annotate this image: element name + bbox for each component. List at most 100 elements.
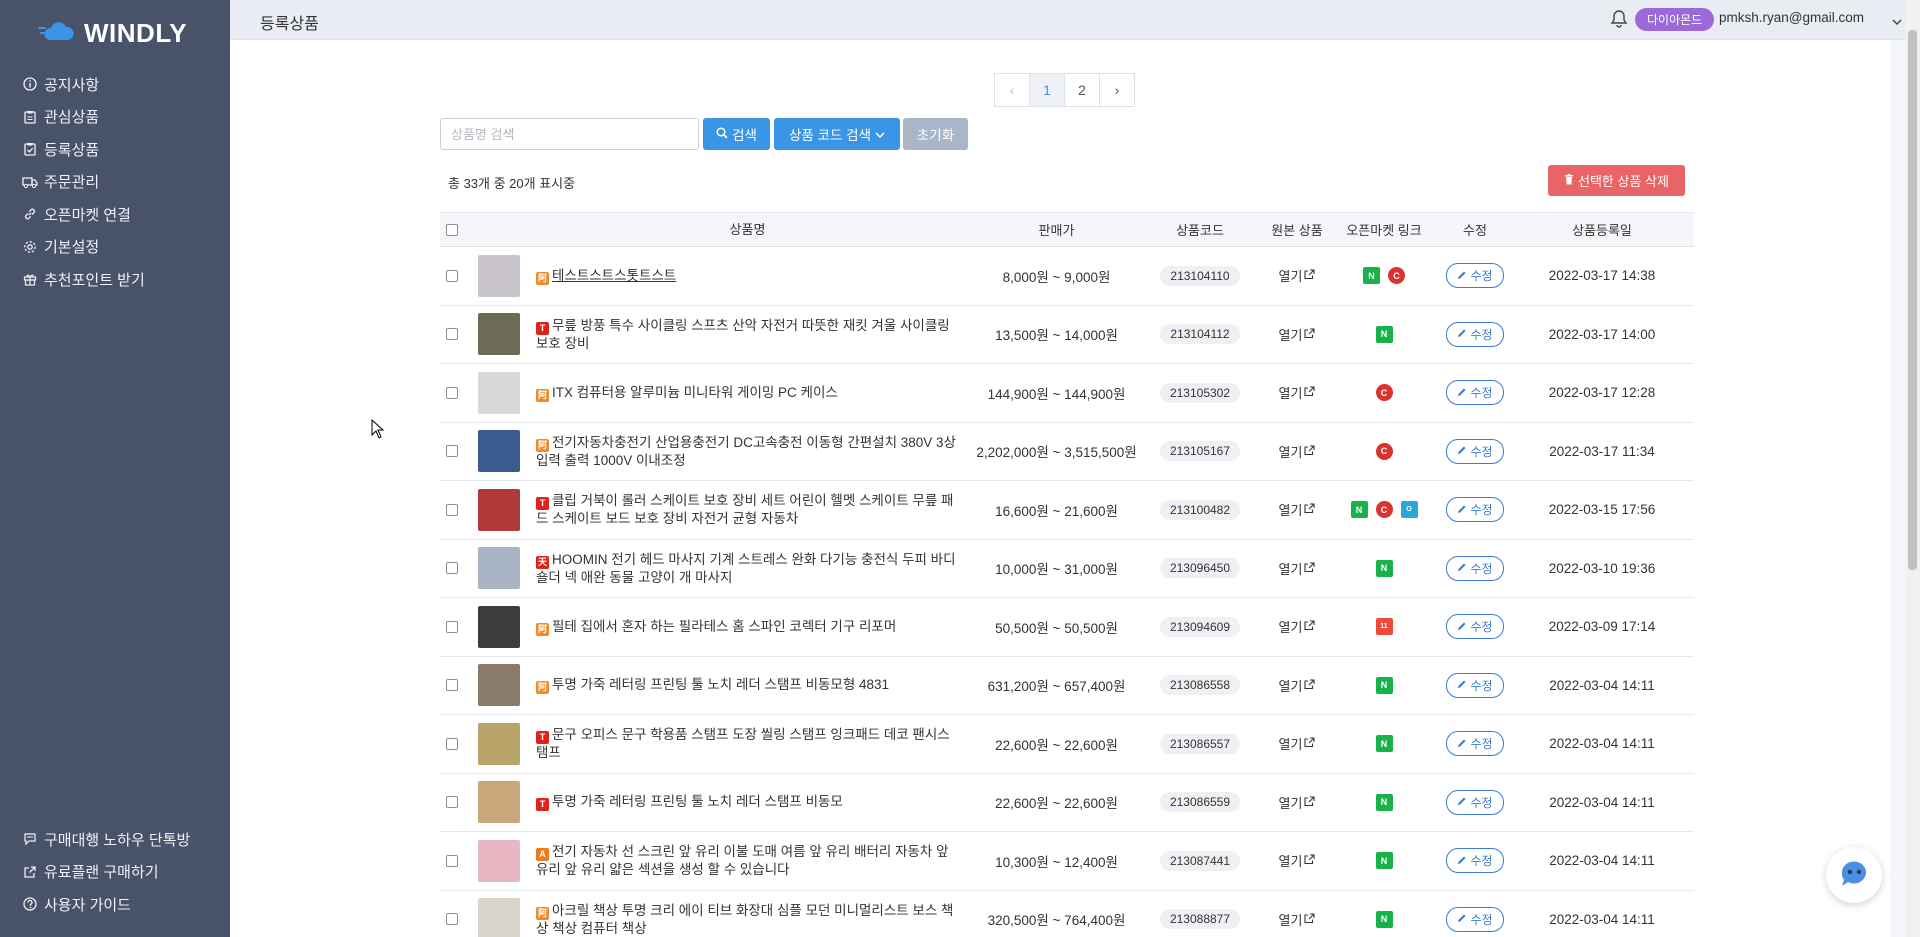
page-scrollbar[interactable] [1905,0,1920,937]
product-thumbnail[interactable] [478,430,520,473]
product-name-cell[interactable]: 阿 아크릴 책상 투명 크리 에이 티브 화장대 심플 모던 미니멀리스트 보스 … [534,902,969,937]
product-name-cell[interactable]: A 전기 자동차 선 스크린 앞 유리 이불 도매 여름 앞 유리 배터리 자동차… [534,843,969,878]
sidebar-item-guide[interactable]: 사용자 가이드 [22,888,222,921]
code-search-dropdown[interactable]: 상품 코드 검색 [774,118,900,150]
open-original-link[interactable]: 열기 [1256,734,1338,753]
row-checkbox[interactable] [446,503,458,516]
product-name[interactable]: HOOMIN 전기 헤드 마사지 기계 스트레스 완화 다기능 충전식 두피 바… [536,552,956,585]
open-original-link[interactable]: 열기 [1256,851,1338,870]
edit-button[interactable]: 수정 [1446,497,1504,523]
chevron-down-icon[interactable] [1892,13,1902,29]
product-thumbnail[interactable] [478,371,520,414]
naver-market-icon[interactable]: N [1350,501,1368,519]
row-checkbox[interactable] [446,913,458,926]
product-thumbnail[interactable] [478,898,520,937]
coupang-market-icon[interactable]: C [1375,384,1393,402]
coupang-market-icon[interactable]: C [1388,267,1405,285]
sidebar-item-settings[interactable]: 기본설정 [22,231,222,264]
product-thumbnail[interactable] [478,547,520,590]
edit-button[interactable]: 수정 [1446,380,1504,406]
sidebar-item-notice[interactable]: 공지사항 [22,68,222,101]
product-thumbnail[interactable] [478,254,520,297]
edit-button[interactable]: 수정 [1446,906,1504,932]
row-checkbox[interactable] [446,796,458,809]
product-name[interactable]: 필테 집에서 혼자 하는 필라테스 홈 스파인 코렉터 기구 리포머 [552,619,896,634]
edit-button[interactable]: 수정 [1446,789,1504,815]
product-name-cell[interactable]: T 투명 가죽 레터링 프린팅 툴 노치 레더 스탬프 비동모 [534,793,969,812]
row-checkbox[interactable] [446,445,458,458]
product-name-cell[interactable]: 阿 테스트스트스톳트스트 [534,267,969,285]
row-checkbox[interactable] [446,854,458,867]
coupang-market-icon[interactable]: C [1375,442,1393,460]
product-thumbnail[interactable] [478,488,520,531]
naver-market-icon[interactable]: N [1375,735,1393,753]
page-1-button[interactable]: 1 [1029,73,1065,107]
product-name-cell[interactable]: 阿 전기자동차충전기 산업용충전기 DC고속충전 이동형 간편설치 380V 3상… [534,434,969,469]
row-checkbox[interactable] [446,737,458,750]
sidebar-item-orders[interactable]: 주문관리 [22,166,222,199]
row-checkbox[interactable] [446,328,458,341]
product-name[interactable]: 클립 거북이 롤러 스케이트 보호 장비 세트 어린이 헬멧 스케이트 무릎 패… [536,493,953,526]
open-original-link[interactable]: 열기 [1256,266,1338,285]
product-name-cell[interactable]: 天 HOOMIN 전기 헤드 마사지 기계 스트레스 완화 다기능 충전식 두피 … [534,551,969,586]
naver-market-icon[interactable]: N [1375,325,1393,343]
11st-market-icon[interactable]: 11 [1375,618,1393,636]
edit-button[interactable]: 수정 [1446,672,1504,698]
product-name[interactable]: 테스트스트스톳트스트 [552,268,676,283]
sidebar-item-favorites[interactable]: 관심상품 [22,101,222,134]
open-original-link[interactable]: 열기 [1256,793,1338,812]
product-thumbnail[interactable] [478,313,520,356]
page-2-button[interactable]: 2 [1064,73,1100,107]
product-name[interactable]: 무릎 방풍 특수 사이클링 스프츠 산악 자전거 따뜻한 재킷 겨울 사이클링 … [536,318,950,351]
product-thumbnail[interactable] [478,664,520,707]
product-name[interactable]: 투명 가죽 레터링 프린팅 툴 노치 레더 스탬프 비동모형 4831 [552,677,889,692]
open-original-link[interactable]: 열기 [1256,383,1338,402]
naver-market-icon[interactable]: N [1375,852,1393,870]
search-input[interactable] [440,118,699,150]
open-original-link[interactable]: 열기 [1256,617,1338,636]
row-checkbox[interactable] [446,562,458,575]
product-thumbnail[interactable] [478,722,520,765]
product-thumbnail[interactable] [478,839,520,882]
user-email[interactable]: pmksh.ryan@gmail.com [1719,10,1864,25]
delete-selected-button[interactable]: 선택한 상품 삭제 [1548,165,1685,196]
sidebar-item-referral[interactable]: 추천포인트 받기 [22,263,222,296]
row-checkbox[interactable] [446,269,458,282]
sidebar-item-kakao-group[interactable]: 구매대행 노하우 단톡방 [22,823,222,856]
scrollbar-thumb[interactable] [1908,30,1917,570]
product-name-cell[interactable]: T 문구 오피스 문구 학용품 스탬프 도장 씰링 스탬프 잉크패드 데코 팬시스… [534,726,969,761]
naver-market-icon[interactable]: N [1363,267,1380,285]
row-checkbox[interactable] [446,679,458,692]
row-checkbox[interactable] [446,386,458,399]
edit-button[interactable]: 수정 [1446,263,1504,289]
sidebar-item-openmarket[interactable]: 오픈마켓 연결 [22,198,222,231]
open-original-link[interactable]: 열기 [1256,910,1338,929]
reset-button[interactable]: 초기화 [903,118,968,150]
bell-icon[interactable] [1610,9,1628,32]
open-original-link[interactable]: 열기 [1256,676,1338,695]
sidebar-item-registered[interactable]: 등록상품 [22,133,222,166]
select-all-checkbox[interactable] [446,223,458,236]
auction-market-icon[interactable]: O [1400,501,1418,519]
product-name-cell[interactable]: T 무릎 방풍 특수 사이클링 스프츠 산악 자전거 따뜻한 재킷 겨울 사이클링… [534,317,969,352]
product-name[interactable]: 아크릴 책상 투명 크리 에이 티브 화장대 심플 모던 미니멀리스트 보스 책… [536,903,953,936]
open-original-link[interactable]: 열기 [1256,325,1338,344]
product-name[interactable]: 투명 가죽 레터링 프린팅 툴 노치 레더 스탬프 비동모 [552,794,843,809]
edit-button[interactable]: 수정 [1446,555,1504,581]
product-name-cell[interactable]: 阿 필테 집에서 혼자 하는 필라테스 홈 스파인 코렉터 기구 리포머 [534,618,969,636]
app-logo[interactable]: WINDLY [38,18,187,49]
product-thumbnail[interactable] [478,605,520,648]
product-name-cell[interactable]: T 클립 거북이 롤러 스케이트 보호 장비 세트 어린이 헬멧 스케이트 무릎 … [534,492,969,527]
product-name[interactable]: ITX 컴퓨터용 알루미늄 미니타워 게이밍 PC 케이스 [552,385,838,400]
page-prev-button[interactable]: ‹ [994,73,1030,107]
chat-support-button[interactable] [1826,847,1882,903]
edit-button[interactable]: 수정 [1446,731,1504,757]
product-name[interactable]: 전기자동차충전기 산업용충전기 DC고속충전 이동형 간편설치 380V 3상 … [536,435,956,468]
edit-button[interactable]: 수정 [1446,848,1504,874]
open-original-link[interactable]: 열기 [1256,559,1338,578]
page-next-button[interactable]: › [1099,73,1135,107]
product-name[interactable]: 문구 오피스 문구 학용품 스탬프 도장 씰링 스탬프 잉크패드 데코 팬시스탬… [536,727,950,760]
search-button[interactable]: 검색 [703,118,770,150]
product-thumbnail[interactable] [478,781,520,824]
edit-button[interactable]: 수정 [1446,438,1504,464]
